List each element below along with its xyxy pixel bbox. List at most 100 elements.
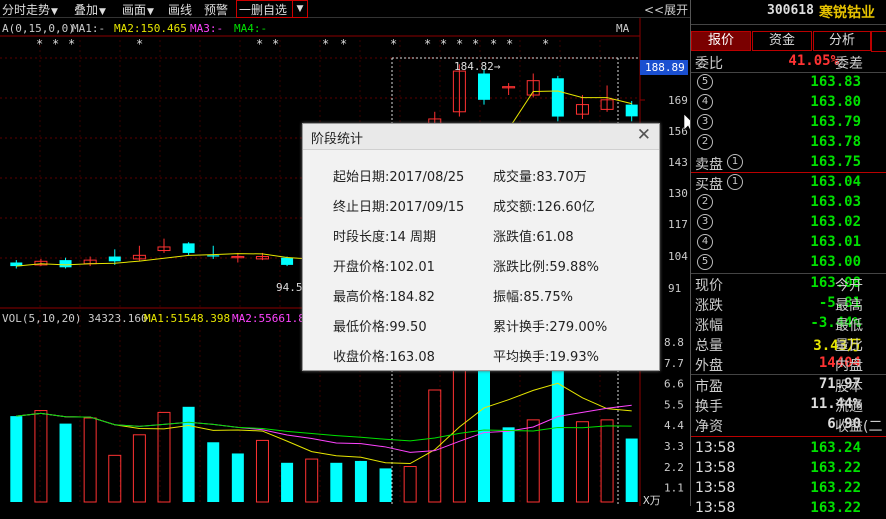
- level-4-icon: 4: [697, 234, 713, 250]
- current-price-tag: 188.89: [645, 61, 685, 74]
- stat-label: 现价: [695, 278, 723, 294]
- tick-row: 13:58 163.22: [691, 479, 886, 499]
- toolbar-draw-line-button[interactable]: 画线: [168, 1, 192, 18]
- stat-side-label: 内盘: [835, 358, 863, 374]
- candle-body-down: [281, 257, 294, 265]
- buy-price-5: 163.00: [810, 254, 861, 270]
- signal-star: *: [322, 37, 329, 51]
- volume-bar-down: [379, 468, 392, 502]
- stat-side-label: 股本: [835, 379, 863, 395]
- volume-bar-up: [403, 466, 417, 503]
- level-5-icon: 5: [697, 254, 713, 270]
- stat-high-price: 最高价格:184.82: [333, 290, 435, 305]
- volume-bar-up: [83, 417, 97, 503]
- signal-star: *: [424, 37, 431, 51]
- price-tick: 169: [668, 94, 688, 107]
- volume-unit-label: X万: [643, 494, 661, 506]
- buy-label: 买盘: [695, 177, 723, 193]
- sell-price-4: 163.80: [810, 94, 861, 110]
- expand-button[interactable]: <<展开: [644, 1, 688, 18]
- stat-label: 换手: [695, 399, 723, 415]
- sell-label: 卖盘: [695, 157, 723, 173]
- volume-tick: 5.5: [664, 398, 684, 411]
- stat-change-percent: 涨跌比例:59.88%: [493, 260, 599, 275]
- sell-level-3[interactable]: 3 163.79: [691, 113, 886, 133]
- watchlist-dropdown-value: 一删自选: [239, 3, 288, 17]
- tick-price: 163.22: [810, 460, 861, 476]
- tab-quote[interactable]: 报价: [691, 31, 751, 51]
- buy-level-4[interactable]: 4 163.01: [691, 233, 886, 253]
- stat-turnover-amount: 成交额:126.60亿: [493, 200, 595, 215]
- sell-level-4[interactable]: 4 163.80: [691, 93, 886, 113]
- candle-body-down: [59, 260, 72, 268]
- watchlist-dropdown[interactable]: 一删自选 ▼: [236, 0, 308, 18]
- sell-price-1: 163.75: [810, 154, 861, 170]
- stat-row-volume: 总量 3.43万 量比: [691, 334, 886, 354]
- sell-level-2[interactable]: 2 163.78: [691, 133, 886, 153]
- tick-price: 163.22: [810, 480, 861, 496]
- tab-analysis[interactable]: 分析: [813, 31, 871, 51]
- stock-header: 300618 寒锐钴业: [691, 0, 886, 22]
- tick-time: 13:58: [695, 480, 736, 496]
- volume-tick: 3.3: [664, 440, 684, 453]
- close-icon[interactable]: ✕: [637, 126, 651, 144]
- buy-level-3[interactable]: 3 163.02: [691, 213, 886, 233]
- toolbar-intraday-menu[interactable]: 分时走势▼: [2, 1, 58, 18]
- stock-name: 寒锐钴业: [819, 5, 875, 21]
- chevron-down-icon[interactable]: ▼: [292, 1, 307, 17]
- high-price-label: 184.82→: [454, 60, 501, 73]
- toolbar-alert-button[interactable]: 预警: [204, 1, 228, 18]
- level-4-icon: 4: [697, 94, 713, 110]
- stat-side-label: 流通: [835, 399, 863, 415]
- buy-price-1: 163.04: [810, 174, 861, 190]
- ma-legend: A(0,15,0,0) MA1:- MA2:150.465 MA3:- MA4:…: [2, 22, 630, 35]
- dialog-title-bar[interactable]: 阶段统计 ✕: [303, 124, 659, 150]
- level-1-icon: 1: [727, 174, 743, 190]
- volume-bar-up: [526, 419, 540, 503]
- volume-bar-up: [255, 439, 269, 503]
- tick-row: 13:58 163.24: [691, 439, 886, 459]
- level-1-icon: 1: [727, 154, 743, 170]
- buy-price-3: 163.02: [810, 214, 861, 230]
- buy-level-1[interactable]: 买盘 1 163.04: [691, 173, 886, 193]
- stock-code: 300618: [767, 3, 814, 18]
- volume-tick: 8.8: [664, 336, 684, 349]
- candle-body-down: [182, 243, 195, 253]
- signal-star: *: [340, 37, 347, 51]
- level-5-icon: 5: [697, 74, 713, 90]
- signal-markers: * * * * * * * * * * * * * * * *: [36, 37, 549, 51]
- stat-change-value: 涨跌值:61.08: [493, 230, 574, 245]
- volume-bar-up: [108, 454, 122, 503]
- ma1-label: MA1:-: [72, 22, 105, 35]
- stat-amplitude: 振幅:85.75%: [493, 290, 573, 305]
- low-price-label: 94.5: [276, 281, 303, 294]
- ma4-label: MA4:-: [234, 22, 267, 35]
- volume-tick: 6.6: [664, 378, 684, 391]
- stat-end-date: 终止日期:2017/09/15: [333, 200, 465, 215]
- stat-row-turnover: 换手 11.44% 流通: [691, 395, 886, 415]
- buy-level-5[interactable]: 5 163.00: [691, 253, 886, 273]
- volume-tick: 7.7: [664, 357, 684, 370]
- stat-row-change: 涨跌 -5.81 最高: [691, 294, 886, 314]
- sell-level-1[interactable]: 卖盘 1 163.75: [691, 153, 886, 173]
- candle-body-down: [207, 255, 220, 257]
- level-2-icon: 2: [697, 194, 713, 210]
- buy-price-2: 163.03: [810, 194, 861, 210]
- toolbar-screen-menu[interactable]: 画面▼: [122, 1, 154, 18]
- signal-star: *: [506, 37, 513, 51]
- stat-label: 总量: [695, 338, 723, 354]
- candle-body-down: [625, 104, 638, 117]
- quote-panel: 300618 寒锐钴业 报价 资金 分析 委比 41.05% 委差 5 163.…: [690, 0, 886, 516]
- volume-bar-up: [452, 348, 466, 503]
- more-tabs-button[interactable]: [871, 31, 886, 52]
- volume-tick: 4.4: [664, 419, 684, 432]
- volume-bar-down: [281, 462, 294, 502]
- toolbar-overlay-menu[interactable]: 叠加▼: [74, 1, 106, 18]
- buy-level-2[interactable]: 2 163.03: [691, 193, 886, 213]
- tab-capital[interactable]: 资金: [752, 31, 812, 51]
- signal-star: *: [256, 37, 263, 51]
- stat-row-outer: 外盘 14404 内盘: [691, 354, 886, 374]
- price-tick: 91: [668, 282, 681, 295]
- sell-level-5[interactable]: 5 163.83: [691, 73, 886, 93]
- vol-ma1-label: MA1:51548.398: [144, 312, 230, 325]
